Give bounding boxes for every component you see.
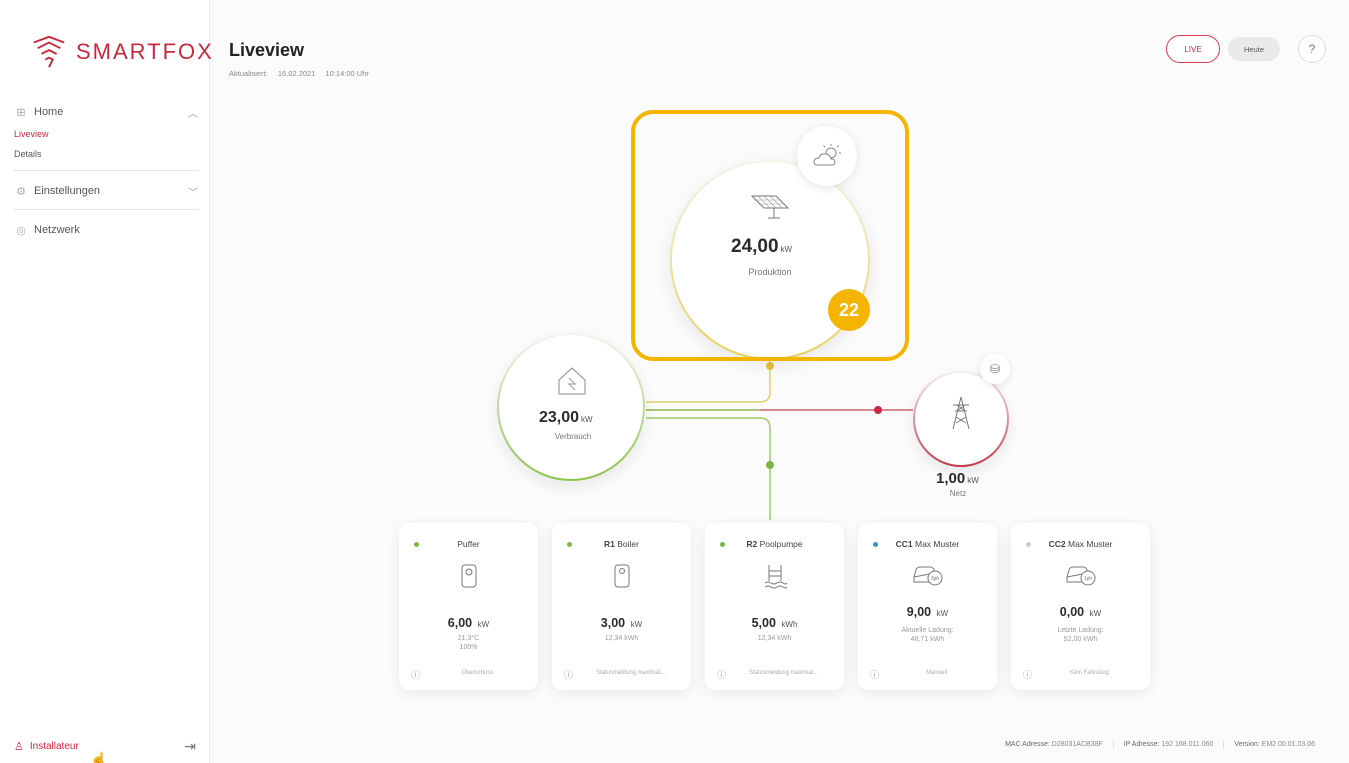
card-footer: ⓘ Manuell — [870, 670, 947, 680]
device-card-cc1[interactable]: CC1 Max Muster 3ph 9,00 kW Aktuelle Ladu… — [858, 523, 997, 690]
status-dot — [873, 542, 878, 547]
info-icon[interactable]: ⓘ — [1023, 668, 1032, 681]
status-dot — [1026, 542, 1031, 547]
consumption-value: 23,00 kW — [539, 409, 593, 427]
flow-dot — [874, 406, 882, 414]
card-value: 0,00 kW — [1059, 605, 1102, 619]
card-title: CC1 Max Muster — [858, 539, 997, 549]
tariff-button[interactable]: ⛁ — [980, 354, 1010, 384]
device-card-r2[interactable]: R2 Poolpumpe 5,00 kWh 12,34 kWh ⓘ Statusm… — [705, 523, 844, 690]
flow-dot — [766, 362, 774, 370]
ip-address: IP Adresse: 192.168.011.060 — [1112, 741, 1224, 748]
grid-unit: kW — [967, 476, 979, 485]
device-card-cc2[interactable]: CC2 Max Muster 1ph 0,00 kW Letzte Ladung… — [1011, 523, 1150, 690]
status-dot — [414, 542, 419, 547]
info-icon[interactable]: ⓘ — [870, 668, 879, 681]
card-value: 3,00 kW — [600, 616, 643, 630]
card-title: CC2 Max Muster — [1011, 539, 1150, 549]
system-info-footer: MAC Adresse: D28031ACB38F IP Adresse: 19… — [995, 741, 1325, 748]
device-card-puffer[interactable]: Puffer 6,00 kW 21,3°C 100% ⓘ Überschuss — [399, 523, 538, 690]
boiler-icon — [614, 564, 629, 588]
device-card-r1[interactable]: R1 Boiler 3,00 kW 12,34 kWh ⓘ Statusmeldu… — [552, 523, 691, 690]
car-charging-icon: 3ph — [912, 566, 942, 586]
card-value: 5,00 kWh — [751, 616, 798, 630]
card-footer: ⓘ Statusmeldung maximal... — [564, 670, 666, 680]
flow-dot — [766, 461, 774, 469]
mac-address: MAC Adresse: D28031ACB38F — [1005, 741, 1103, 748]
status-dot — [567, 542, 572, 547]
card-details: 12,34 kWh — [604, 635, 639, 642]
consumption-number: 23,00 — [539, 409, 580, 426]
grid-label: Netz — [949, 489, 967, 498]
card-value: 9,00 kW — [906, 605, 949, 619]
consumption-circle[interactable] — [497, 333, 645, 481]
version-info: Version: EM2 00.01.03.06 — [1223, 741, 1325, 748]
info-icon[interactable]: ⓘ — [564, 668, 573, 681]
boiler-icon — [461, 564, 476, 588]
info-icon[interactable]: ⓘ — [411, 668, 420, 681]
info-icon[interactable]: ⓘ — [717, 668, 726, 681]
card-details: Aktuelle Ladung: 48,71 kWh — [901, 627, 954, 643]
consumption-unit: kW — [581, 415, 593, 424]
power-tower-icon — [952, 396, 970, 430]
status-dot — [720, 542, 725, 547]
card-title: R2 Poolpumpe — [705, 539, 844, 549]
card-details: 21,3°C 100% — [457, 635, 480, 651]
step-badge: 22 — [828, 289, 870, 331]
pool-icon — [764, 565, 787, 589]
highlight-frame — [631, 110, 909, 361]
card-title: Puffer — [399, 539, 538, 549]
svg-text:3ph: 3ph — [930, 576, 939, 582]
card-title: R1 Boiler — [552, 539, 691, 549]
card-footer: ⓘ Überschuss — [411, 670, 494, 680]
consumption-label: Verbrauch — [554, 432, 592, 441]
card-value: 6,00 kW — [447, 616, 490, 630]
card-footer: ⓘ Kein Fahrzeug — [1023, 670, 1110, 680]
svg-text:1ph: 1ph — [1083, 576, 1092, 582]
grid-number: 1,00 — [936, 470, 966, 487]
house-icon — [558, 367, 586, 395]
car-charging-icon: 1ph — [1065, 566, 1095, 586]
card-details: 12,34 kWh — [757, 635, 792, 642]
coins-icon: ⛁ — [989, 362, 1001, 376]
card-details: Letzte Ladung: 52,00 kWh — [1057, 627, 1104, 643]
grid-value: 1,00 kW — [936, 470, 979, 487]
card-footer: ⓘ Statusmeldung maximal... — [717, 670, 819, 680]
